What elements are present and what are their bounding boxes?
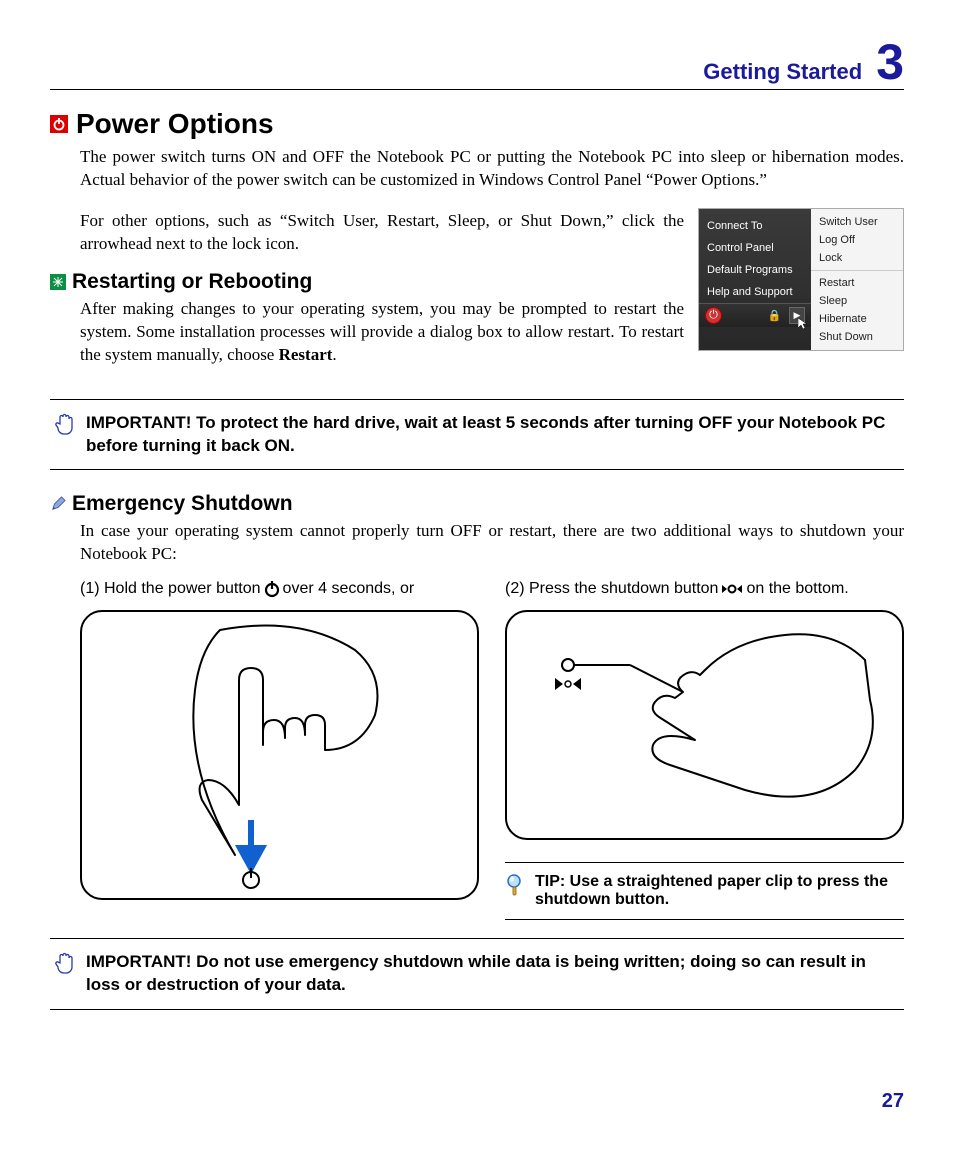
tip-text: TIP: Use a straightened paper clip to pr… xyxy=(535,873,904,909)
figure-caption: (2) Press the shutdown button on the bot… xyxy=(505,580,904,598)
menu-item: Sleep xyxy=(811,292,903,310)
body-paragraph: The power switch turns ON and OFF the No… xyxy=(80,146,904,192)
hand-stop-icon xyxy=(54,951,76,982)
start-menu-screenshot: Connect To Control Panel Default Program… xyxy=(698,208,904,351)
caption-text: over 4 seconds, or xyxy=(283,580,415,598)
power-icon xyxy=(263,580,281,598)
caption-text: (1) Hold the power button xyxy=(80,580,261,598)
caption-text: on the bottom. xyxy=(746,580,848,598)
restart-square-icon xyxy=(50,274,66,290)
important-callout: IMPORTANT! To protect the hard drive, wa… xyxy=(50,399,904,471)
section-heading: Power Options xyxy=(76,108,274,140)
magnifier-icon xyxy=(505,873,525,909)
cursor-icon xyxy=(798,318,810,330)
menu-item: Restart xyxy=(811,274,903,292)
menu-item: Connect To xyxy=(699,215,811,237)
power-icon: ⏻ xyxy=(705,307,722,324)
subsection-heading: Restarting or Rebooting xyxy=(72,270,312,294)
hand-stop-icon xyxy=(54,412,76,443)
chapter-number: 3 xyxy=(876,40,904,85)
pen-icon xyxy=(50,496,66,512)
menu-flyout: Switch User Log Off Lock Restart Sleep H… xyxy=(811,209,903,350)
section-heading-row: Power Options xyxy=(50,108,904,140)
menu-item: Hibernate xyxy=(811,310,903,328)
caption-text: (2) Press the shutdown button xyxy=(505,580,718,598)
tip-callout: TIP: Use a straightened paper clip to pr… xyxy=(505,862,904,920)
menu-bottom-bar: ⏻ 🔒 ▶ xyxy=(699,303,811,327)
page-header: Getting Started 3 xyxy=(50,40,904,90)
reset-hole-icon xyxy=(720,582,744,596)
illustration-hold-power xyxy=(80,610,479,900)
figure-caption: (1) Hold the power button over 4 seconds… xyxy=(80,580,479,598)
arrow-icon: ▶ xyxy=(789,307,805,324)
callout-text: IMPORTANT! Do not use emergency shutdown… xyxy=(86,951,904,997)
important-callout: IMPORTANT! Do not use emergency shutdown… xyxy=(50,938,904,1010)
header-title: Getting Started xyxy=(703,59,862,85)
body-paragraph: For other options, such as “Switch User,… xyxy=(80,210,684,256)
menu-item: Default Programs xyxy=(699,259,811,281)
menu-item: Lock xyxy=(811,249,903,267)
text: After making changes to your operating s… xyxy=(80,299,684,364)
illustration-paperclip xyxy=(505,610,904,840)
subsection-heading: Emergency Shutdown xyxy=(72,492,293,516)
body-paragraph: After making changes to your operating s… xyxy=(80,298,684,367)
menu-item: Control Panel xyxy=(699,237,811,259)
lock-icon: 🔒 xyxy=(766,307,783,324)
menu-item: Shut Down xyxy=(811,328,903,346)
menu-item: Switch User xyxy=(811,213,903,231)
menu-left-column: Connect To Control Panel Default Program… xyxy=(699,209,811,350)
text: . xyxy=(332,345,336,364)
callout-text: IMPORTANT! To protect the hard drive, wa… xyxy=(86,412,904,458)
menu-item: Help and Support xyxy=(699,281,811,303)
body-paragraph: In case your operating system cannot pro… xyxy=(80,520,904,566)
page-number: 27 xyxy=(50,1090,904,1113)
menu-item: Log Off xyxy=(811,231,903,249)
bold-text: Restart xyxy=(279,345,333,364)
power-square-icon xyxy=(50,115,68,133)
